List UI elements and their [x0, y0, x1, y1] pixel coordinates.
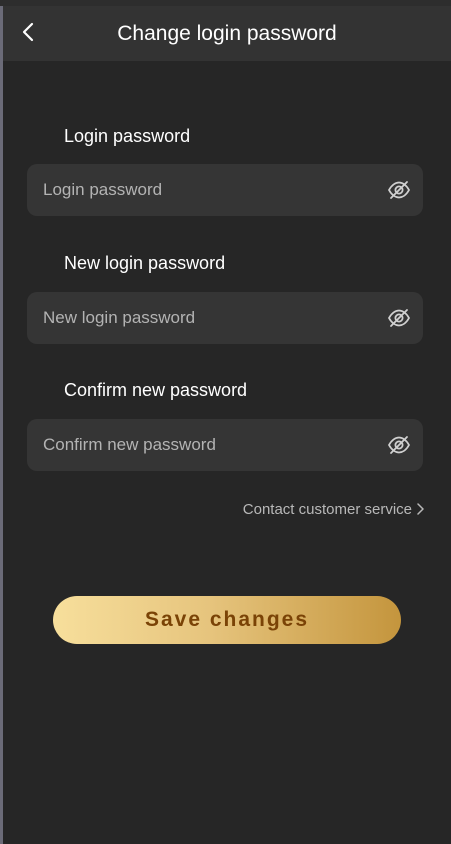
window-edge	[0, 0, 3, 844]
new-password-label: New login password	[64, 253, 226, 273]
login-password-label: Login password	[64, 126, 191, 146]
login-password-input[interactable]	[43, 164, 363, 216]
confirm-password-field	[27, 419, 423, 471]
save-changes-button[interactable]: Save changes	[53, 596, 401, 644]
eye-off-icon[interactable]	[387, 433, 411, 457]
chevron-left-icon	[22, 22, 34, 42]
contact-customer-service-link[interactable]: Contact customer service	[243, 499, 425, 519]
confirm-password-input[interactable]	[43, 419, 363, 471]
new-password-input[interactable]	[43, 292, 363, 344]
new-password-field	[27, 292, 423, 344]
page-title: Change login password	[117, 22, 337, 45]
header-bar: Change login password	[3, 6, 451, 61]
login-password-field	[27, 164, 423, 216]
chevron-right-icon	[417, 503, 424, 515]
save-button-label: Save changes	[144, 608, 310, 631]
contact-label: Contact customer service	[242, 500, 412, 518]
back-button[interactable]	[11, 14, 47, 50]
confirm-password-label: Confirm new password	[64, 380, 248, 400]
eye-off-icon[interactable]	[387, 306, 411, 330]
eye-off-icon[interactable]	[387, 178, 411, 202]
